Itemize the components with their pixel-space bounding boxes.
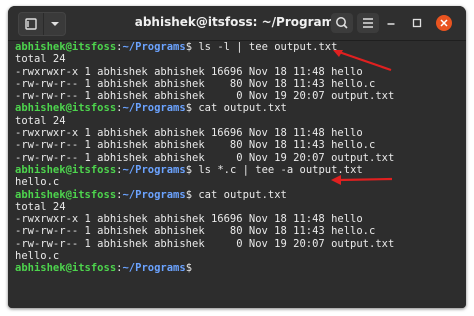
output-line: hello.c bbox=[15, 176, 60, 189]
output-line: hello.c bbox=[15, 250, 60, 263]
prompt-line: abhishek@itsfoss:~/Programs$ bbox=[8, 262, 466, 274]
search-icon bbox=[336, 17, 348, 29]
minimize-button[interactable] bbox=[383, 15, 399, 31]
output-line: total 24 bbox=[15, 114, 66, 127]
prompt-path: ~/Programs bbox=[122, 102, 186, 115]
prompt-path: ~/Programs bbox=[122, 188, 186, 201]
terminal-output[interactable]: abhishek@itsfoss:~/Programs$ ls -l | tee… bbox=[8, 41, 466, 308]
maximize-icon bbox=[412, 18, 422, 28]
output-line: -rw-rw-r-- 1 abhishek abhishek 80 Nov 18… bbox=[15, 139, 376, 152]
tab-menu-button[interactable] bbox=[44, 13, 66, 35]
prompt-user: abhishek@itsfoss bbox=[15, 41, 117, 53]
prompt-line: abhishek@itsfoss:~/Programs$ cat output.… bbox=[8, 189, 466, 201]
prompt-user: abhishek@itsfoss bbox=[15, 102, 117, 115]
prompt-user: abhishek@itsfoss bbox=[15, 163, 117, 176]
prompt-path: ~/Programs bbox=[122, 163, 186, 176]
prompt-user: abhishek@itsfoss bbox=[15, 262, 117, 275]
prompt-symbol: $ bbox=[185, 41, 199, 53]
close-button[interactable] bbox=[436, 15, 452, 31]
command-text: ls -l | tee output.txt bbox=[198, 41, 338, 53]
annotation-arrow-2 bbox=[331, 175, 393, 185]
command-text: cat output.txt bbox=[198, 102, 287, 115]
output-line: -rwxrwxr-x 1 abhishek abhishek 16696 Nov… bbox=[15, 127, 363, 140]
title-bar: abhishek@itsfoss: ~/Programs bbox=[8, 6, 466, 41]
output-line: -rw-rw-r-- 1 abhishek abhishek 0 Nov 19 … bbox=[15, 90, 395, 103]
tab-controls bbox=[18, 12, 66, 36]
prompt-symbol: $ bbox=[185, 102, 199, 115]
terminal-window: abhishek@itsfoss: ~/Programs abhishek@it… bbox=[8, 6, 466, 308]
prompt-path: ~/Programs bbox=[122, 262, 186, 275]
output-line: -rw-rw-r-- 1 abhishek abhishek 80 Nov 18… bbox=[15, 77, 376, 90]
hamburger-menu-button[interactable] bbox=[357, 13, 379, 33]
maximize-button[interactable] bbox=[409, 15, 425, 31]
new-tab-button[interactable] bbox=[19, 13, 44, 35]
prompt-user: abhishek@itsfoss bbox=[15, 188, 117, 201]
output-line: -rwxrwxr-x 1 abhishek abhishek 16696 Nov… bbox=[15, 213, 363, 226]
output-line: -rw-rw-r-- 1 abhishek abhishek 0 Nov 19 … bbox=[15, 151, 395, 164]
prompt-symbol: $ bbox=[185, 262, 199, 275]
prompt-line: abhishek@itsfoss:~/Programs$ cat output.… bbox=[8, 102, 466, 114]
window-title: abhishek@itsfoss: ~/Programs bbox=[134, 15, 342, 29]
output-line: -rw-rw-r-- 1 abhishek abhishek 0 Nov 19 … bbox=[15, 237, 395, 250]
output-line: total 24 bbox=[15, 200, 66, 213]
output-line: total 24 bbox=[15, 53, 66, 66]
new-tab-icon bbox=[25, 18, 37, 30]
prompt-line: abhishek@itsfoss:~/Programs$ ls -l | tee… bbox=[8, 41, 466, 53]
minimize-icon bbox=[387, 23, 395, 25]
search-button[interactable] bbox=[331, 13, 353, 33]
prompt-symbol: $ bbox=[185, 188, 199, 201]
annotation-arrow-1 bbox=[333, 50, 392, 72]
hamburger-menu-icon bbox=[363, 18, 373, 28]
command-text: cat output.txt bbox=[198, 188, 287, 201]
prompt-path: ~/Programs bbox=[122, 41, 186, 53]
output-line: -rw-rw-r-- 1 abhishek abhishek 80 Nov 18… bbox=[15, 225, 376, 238]
prompt-line: abhishek@itsfoss:~/Programs$ ls *.c | te… bbox=[8, 164, 466, 176]
prompt-symbol: $ bbox=[185, 163, 199, 176]
output-line: -rwxrwxr-x 1 abhishek abhishek 16696 Nov… bbox=[15, 65, 363, 78]
chevron-down-icon bbox=[51, 22, 59, 26]
close-icon bbox=[440, 19, 448, 27]
